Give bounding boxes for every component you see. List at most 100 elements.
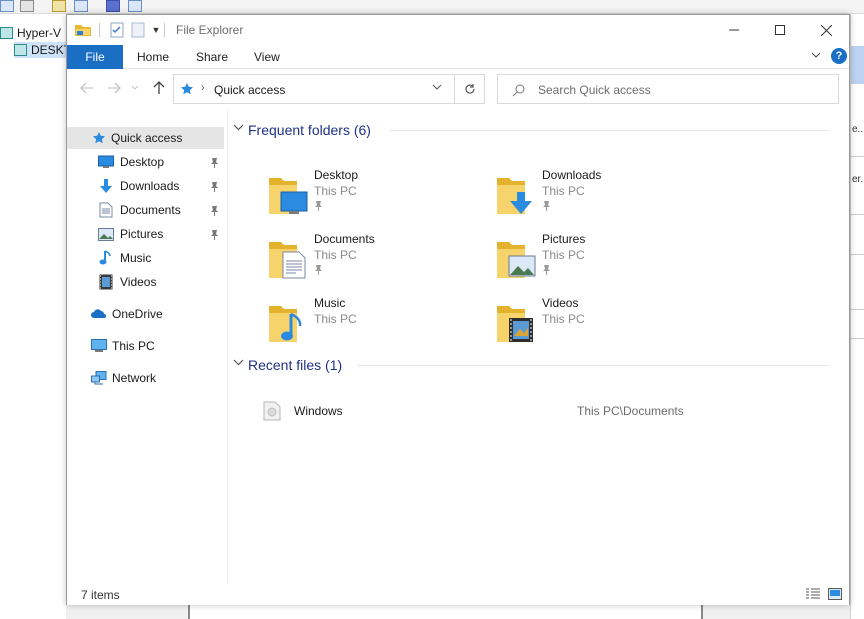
sidebar-item-label: Downloads <box>120 179 180 193</box>
refresh-button[interactable] <box>455 74 485 104</box>
folder-location: This PC <box>314 312 357 326</box>
window-title: File Explorer <box>176 23 244 37</box>
sidebar-item-label: Documents <box>120 203 181 217</box>
pin-icon[interactable] <box>209 228 219 240</box>
divider <box>389 130 829 131</box>
sidebar-item-videos[interactable]: Videos <box>67 271 224 293</box>
back-arrow-icon[interactable] <box>0 0 14 12</box>
documents-folder-icon <box>269 242 306 279</box>
folder-location: This PC <box>542 184 585 198</box>
sidebar-item-downloads[interactable]: Downloads <box>67 175 224 197</box>
properties-icon[interactable] <box>108 21 126 39</box>
up-button[interactable] <box>149 78 169 98</box>
pin-icon[interactable] <box>209 180 219 192</box>
sidebar-item-this-pc[interactable]: This PC <box>67 335 224 357</box>
desktop-folder-icon <box>269 178 308 214</box>
toolbar-icon[interactable] <box>128 0 142 12</box>
divider <box>851 309 864 310</box>
search-input[interactable]: Search Quick access <box>497 74 839 104</box>
sidebar-item-pictures[interactable]: Pictures <box>67 223 224 245</box>
actions-item[interactable]: e... <box>852 124 864 135</box>
file-name: Windows <box>294 404 343 418</box>
onedrive-cloud-icon <box>91 306 107 322</box>
background-tree: Hyper-V DESKT <box>0 14 74 619</box>
address-bar[interactable]: › Quick access <box>173 74 455 104</box>
back-arrow-icon <box>80 82 93 94</box>
folder-name: Desktop <box>314 168 359 182</box>
tab-file[interactable]: File <box>67 45 123 69</box>
expand-ribbon-icon[interactable] <box>811 50 821 62</box>
help-book-icon[interactable] <box>106 0 120 12</box>
large-icons-view-icon[interactable] <box>827 587 843 601</box>
toolbar-icon[interactable] <box>52 0 66 12</box>
frequent-folders-header[interactable]: Frequent folders (6) <box>229 120 839 140</box>
sidebar-item-label: Desktop <box>120 155 165 169</box>
hyperv-icon <box>0 27 13 39</box>
divider <box>851 214 864 215</box>
recent-locations-button[interactable] <box>125 78 145 98</box>
address-dropdown-icon[interactable] <box>432 82 442 94</box>
pin-icon[interactable] <box>542 200 552 212</box>
sidebar-item-music[interactable]: Music <box>67 247 224 269</box>
ribbon: File Home Share View ? <box>67 45 849 69</box>
divider <box>851 338 864 339</box>
folder-name: Pictures <box>542 232 586 246</box>
pin-icon[interactable] <box>314 200 324 212</box>
divider <box>99 23 100 37</box>
toolbar-icon[interactable] <box>74 0 88 12</box>
tab-home[interactable]: Home <box>137 45 169 69</box>
close-button[interactable] <box>803 15 849 45</box>
sidebar-item-label: Music <box>120 251 152 265</box>
back-button[interactable] <box>77 78 97 98</box>
sidebar-item-desktop[interactable]: Desktop <box>67 151 224 173</box>
divider <box>851 156 864 157</box>
pin-icon[interactable] <box>209 156 219 168</box>
tab-share[interactable]: Share <box>196 45 228 69</box>
details-view-icon[interactable] <box>805 587 821 601</box>
folder-name: Videos <box>542 296 579 310</box>
pin-icon[interactable] <box>209 204 219 216</box>
background-toolbar <box>0 0 864 14</box>
minimize-button[interactable] <box>711 15 757 45</box>
maximize-icon <box>775 25 785 35</box>
sidebar-item-onedrive[interactable]: OneDrive <box>67 303 224 325</box>
chevron-down-icon[interactable] <box>233 359 244 367</box>
help-icon[interactable]: ? <box>831 48 847 64</box>
folder-name: Music <box>314 296 346 310</box>
new-folder-icon[interactable] <box>129 21 147 39</box>
music-icon <box>98 250 114 266</box>
tree-node[interactable]: DESKT <box>14 42 74 58</box>
network-icon <box>91 370 107 386</box>
pictures-icon <box>98 226 114 242</box>
sidebar-item-documents[interactable]: Documents <box>67 199 224 221</box>
breadcrumb-separator-icon[interactable]: › <box>201 82 205 94</box>
close-icon <box>820 24 832 36</box>
pin-icon[interactable] <box>542 264 552 276</box>
divider <box>164 23 165 37</box>
folder-tile-music[interactable]: Music This PC <box>269 296 489 352</box>
this-pc-icon <box>91 338 107 354</box>
actions-item[interactable]: er... <box>852 174 864 185</box>
folder-tile-pictures[interactable]: Pictures This PC <box>497 232 717 288</box>
folder-tile-videos[interactable]: Videos This PC <box>497 296 717 352</box>
list-item[interactable]: Windows This PC\Documents <box>259 399 839 423</box>
navigation-pane: Quick access Desktop Downloads Documents… <box>67 109 227 583</box>
sidebar-item-quick-access[interactable]: Quick access <box>67 127 224 149</box>
breadcrumb[interactable]: Quick access <box>214 83 285 97</box>
maximize-button[interactable] <box>757 15 803 45</box>
customize-qat-icon[interactable]: ▼ <box>149 21 163 39</box>
folder-tile-downloads[interactable]: Downloads This PC <box>497 168 717 224</box>
folder-tile-desktop[interactable]: Desktop This PC <box>269 168 489 224</box>
forward-button[interactable] <box>104 78 124 98</box>
tree-node[interactable]: Hyper-V <box>0 25 61 41</box>
folder-tile-documents[interactable]: Documents This PC <box>269 232 489 288</box>
chevron-down-icon[interactable] <box>233 124 244 132</box>
pin-icon[interactable] <box>314 264 324 276</box>
sidebar-item-label: OneDrive <box>112 307 163 321</box>
title-bar: ▼ File Explorer <box>67 15 849 45</box>
recent-files-header[interactable]: Recent files (1) <box>229 355 839 375</box>
forward-arrow-icon[interactable] <box>20 0 34 12</box>
tab-view[interactable]: View <box>254 45 280 69</box>
desktop-icon <box>98 154 114 170</box>
sidebar-item-network[interactable]: Network <box>67 367 224 389</box>
